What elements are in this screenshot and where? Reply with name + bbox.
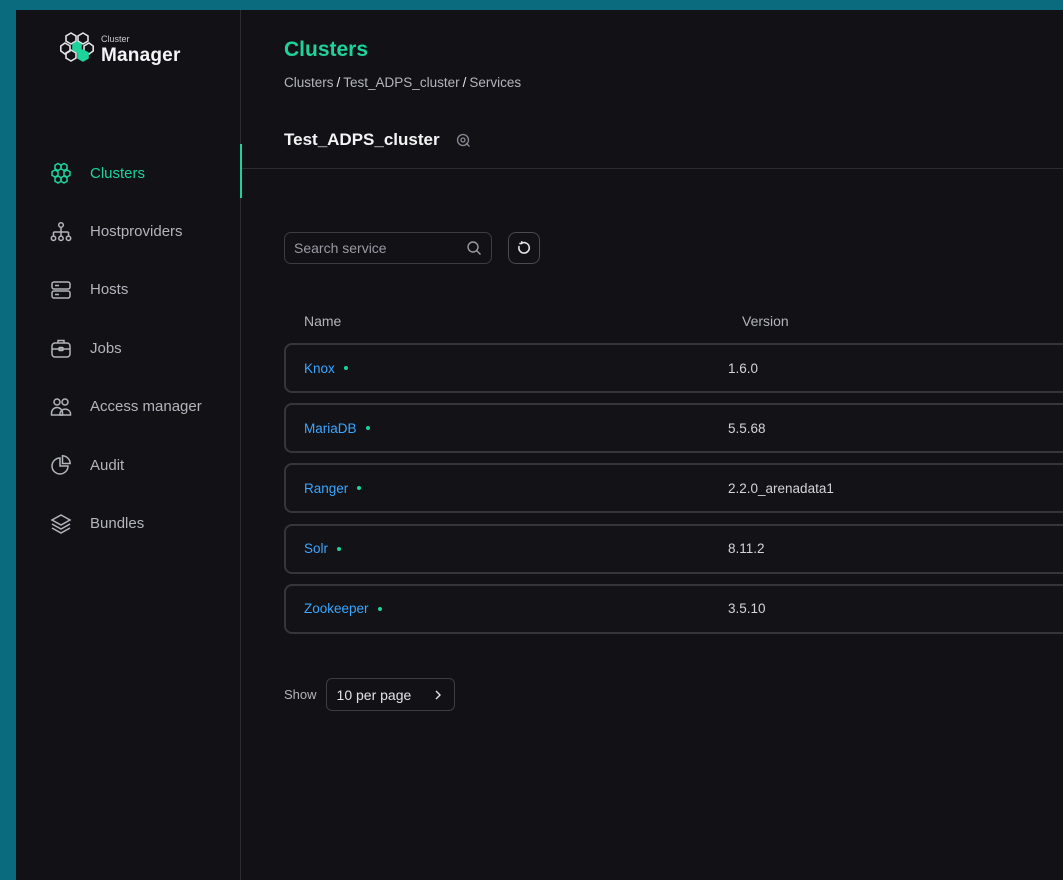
service-name[interactable]: Solr	[304, 541, 328, 556]
table-row[interactable]: Ranger 2.2.0_arenadata1	[284, 463, 1063, 514]
concern-icon[interactable]	[456, 133, 471, 148]
refresh-button[interactable]	[508, 232, 540, 264]
search-field[interactable]	[284, 232, 492, 264]
search-input[interactable]	[294, 240, 466, 256]
table-row[interactable]: Zookeeper 3.5.10	[284, 583, 1063, 634]
service-name[interactable]: MariaDB	[304, 421, 357, 436]
service-name-cell[interactable]: Knox	[304, 361, 348, 376]
status-dot	[343, 366, 348, 370]
logo-small-text: Cluster	[101, 33, 130, 44]
service-name-cell[interactable]: Solr	[304, 541, 342, 556]
clusters-icon	[50, 162, 72, 185]
chevron-right-icon	[433, 689, 443, 701]
cluster-name: Test_ADPS_cluster	[284, 130, 440, 149]
pagination: Show 10 per page	[284, 678, 455, 711]
search-icon[interactable]	[466, 240, 482, 256]
sidebar-item-access-manager[interactable]: Access manager	[16, 378, 241, 436]
page-title: Clusters	[284, 38, 369, 61]
sidebar-item-label: Hostproviders	[90, 223, 183, 241]
header-divider	[242, 168, 1063, 169]
sidebar-item-audit[interactable]: Audit	[16, 436, 241, 494]
sidebar-item-label: Clusters	[90, 164, 146, 182]
bundles-icon	[50, 513, 72, 535]
service-name-cell[interactable]: Zookeeper	[304, 601, 382, 616]
sidebar-item-hostproviders[interactable]: Hostproviders	[16, 202, 241, 260]
logo[interactable]: Cluster Manager	[60, 30, 181, 69]
service-version: 1.6.0	[728, 360, 759, 376]
access-manager-icon	[50, 396, 72, 418]
jobs-icon	[50, 337, 72, 359]
column-header-version[interactable]: Version	[742, 313, 789, 329]
hosts-icon	[50, 279, 72, 301]
breadcrumb-separator: /	[462, 75, 467, 90]
sidebar-item-jobs[interactable]: Jobs	[16, 319, 241, 377]
sidebar: Cluster Manager Clusters Hostproviders H…	[16, 10, 242, 880]
sidebar-item-clusters[interactable]: Clusters	[16, 144, 242, 202]
per-page-value: 10 per page	[336, 686, 412, 703]
breadcrumb-cluster[interactable]: Test_ADPS_cluster	[343, 75, 459, 90]
table-row[interactable]: Knox 1.6.0	[284, 343, 1063, 393]
status-dot	[357, 486, 362, 491]
sidebar-item-bundles[interactable]: Bundles	[16, 494, 241, 552]
service-version: 8.11.2	[728, 541, 765, 557]
service-version: 2.2.0_arenadata1	[728, 480, 834, 496]
app-window: Cluster Manager Clusters Hostproviders H…	[16, 10, 1063, 880]
column-header-name[interactable]: Name	[304, 313, 341, 329]
service-name[interactable]: Ranger	[304, 481, 348, 496]
status-dot	[365, 426, 370, 431]
breadcrumb-services: Services	[469, 75, 522, 90]
service-version: 3.5.10	[728, 601, 766, 617]
sidebar-item-label: Access manager	[90, 398, 202, 416]
sidebar-item-hosts[interactable]: Hosts	[16, 261, 241, 319]
breadcrumb: Clusters / Test_ADPS_cluster / Services	[284, 75, 521, 90]
breadcrumb-separator: /	[336, 75, 341, 90]
service-version: 5.5.68	[728, 420, 766, 436]
logo-big-text: Manager	[101, 44, 181, 66]
status-dot	[377, 606, 382, 611]
services-table: Knox 1.6.0 MariaDB 5.5.68 Ranger 2.2.0_a…	[284, 343, 1063, 644]
service-name[interactable]: Knox	[304, 361, 335, 376]
service-name[interactable]: Zookeeper	[304, 601, 369, 616]
sidebar-item-label: Hosts	[90, 281, 129, 299]
sidebar-item-label: Bundles	[90, 515, 145, 533]
show-label: Show	[284, 687, 317, 702]
main-content: Clusters Clusters / Test_ADPS_cluster / Serv…	[242, 10, 1063, 880]
per-page-select[interactable]: 10 per page	[325, 678, 455, 711]
sidebar-nav: Clusters Hostproviders Hosts Jobs Access…	[16, 144, 242, 553]
cluster-logo-icon	[60, 30, 95, 69]
service-name-cell[interactable]: MariaDB	[304, 421, 370, 436]
hostproviders-icon	[50, 221, 72, 243]
cluster-header: Test_ADPS_cluster	[284, 130, 471, 150]
refresh-icon	[516, 240, 532, 256]
audit-icon	[50, 454, 72, 476]
sidebar-item-label: Jobs	[90, 339, 122, 357]
breadcrumb-clusters[interactable]: Clusters	[284, 75, 334, 90]
status-dot	[337, 546, 342, 551]
table-row[interactable]: Solr 8.11.2	[284, 523, 1063, 574]
table-row[interactable]: MariaDB 5.5.68	[284, 403, 1063, 454]
service-name-cell[interactable]: Ranger	[304, 481, 362, 496]
sidebar-item-label: Audit	[90, 456, 125, 474]
